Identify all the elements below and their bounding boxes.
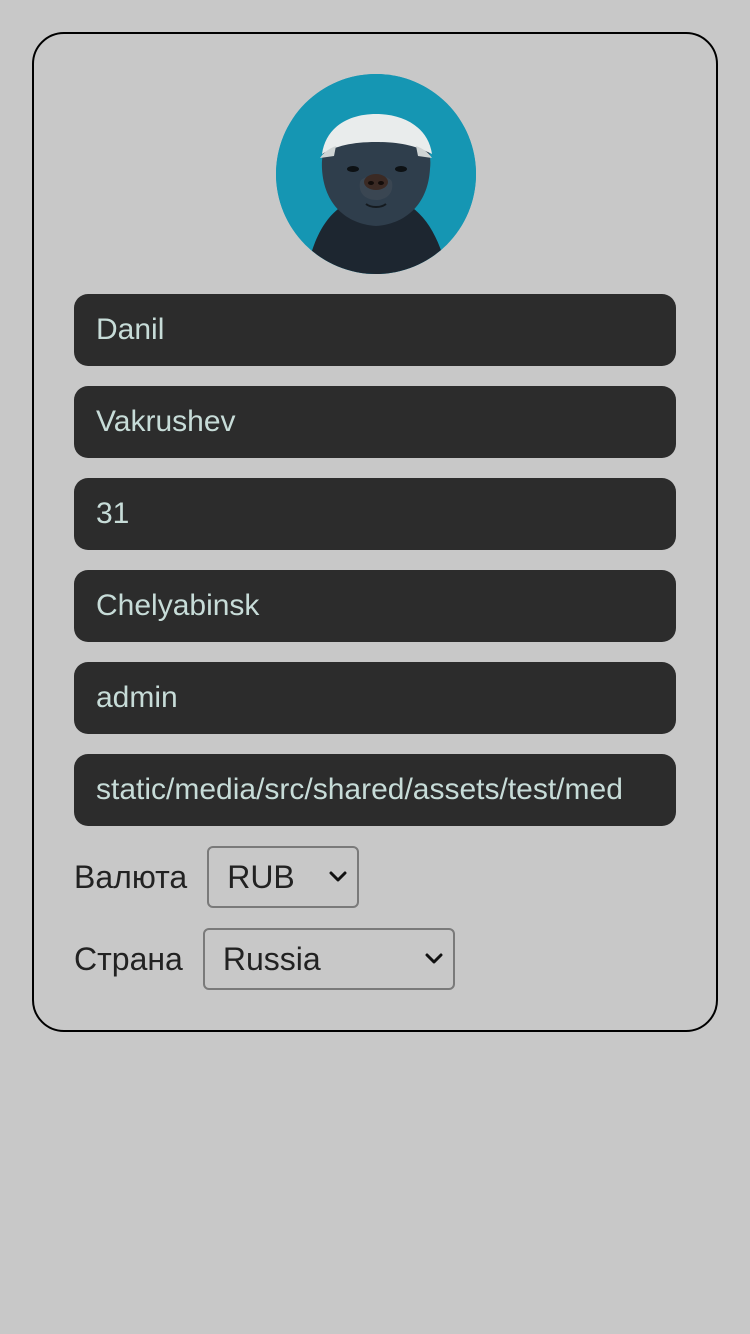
age-field[interactable]: 31: [74, 478, 676, 550]
country-row: Страна Russia: [74, 928, 455, 990]
currency-select[interactable]: RUB: [207, 846, 360, 908]
chevron-down-icon: [329, 871, 347, 882]
country-select[interactable]: Russia: [202, 928, 455, 990]
avatar-url-field[interactable]: static/media/src/shared/assets/test/med: [74, 754, 676, 826]
profile-card: Danil Vakrushev 31 Chelyabinsk admin sta…: [32, 32, 718, 1032]
avatar-url-value: static/media/src/shared/assets/test/med: [96, 773, 623, 806]
country-label: Страна: [74, 940, 183, 977]
honey-badger-image: [276, 74, 476, 274]
username-field[interactable]: admin: [74, 662, 676, 734]
currency-row: Валюта RUB: [74, 846, 360, 908]
last-name-value: Vakrushev: [96, 405, 236, 438]
username-value: admin: [96, 681, 178, 714]
first-name-value: Danil: [96, 313, 165, 346]
city-field[interactable]: Chelyabinsk: [74, 570, 676, 642]
currency-selected-value: RUB: [227, 858, 295, 895]
chevron-down-icon: [425, 953, 443, 964]
last-name-field[interactable]: Vakrushev: [74, 386, 676, 458]
country-selected-value: Russia: [222, 940, 321, 977]
age-value: 31: [96, 497, 130, 530]
first-name-field[interactable]: Danil: [74, 294, 676, 366]
avatar: [276, 74, 476, 274]
currency-label: Валюта: [74, 858, 188, 895]
city-value: Chelyabinsk: [96, 589, 260, 622]
